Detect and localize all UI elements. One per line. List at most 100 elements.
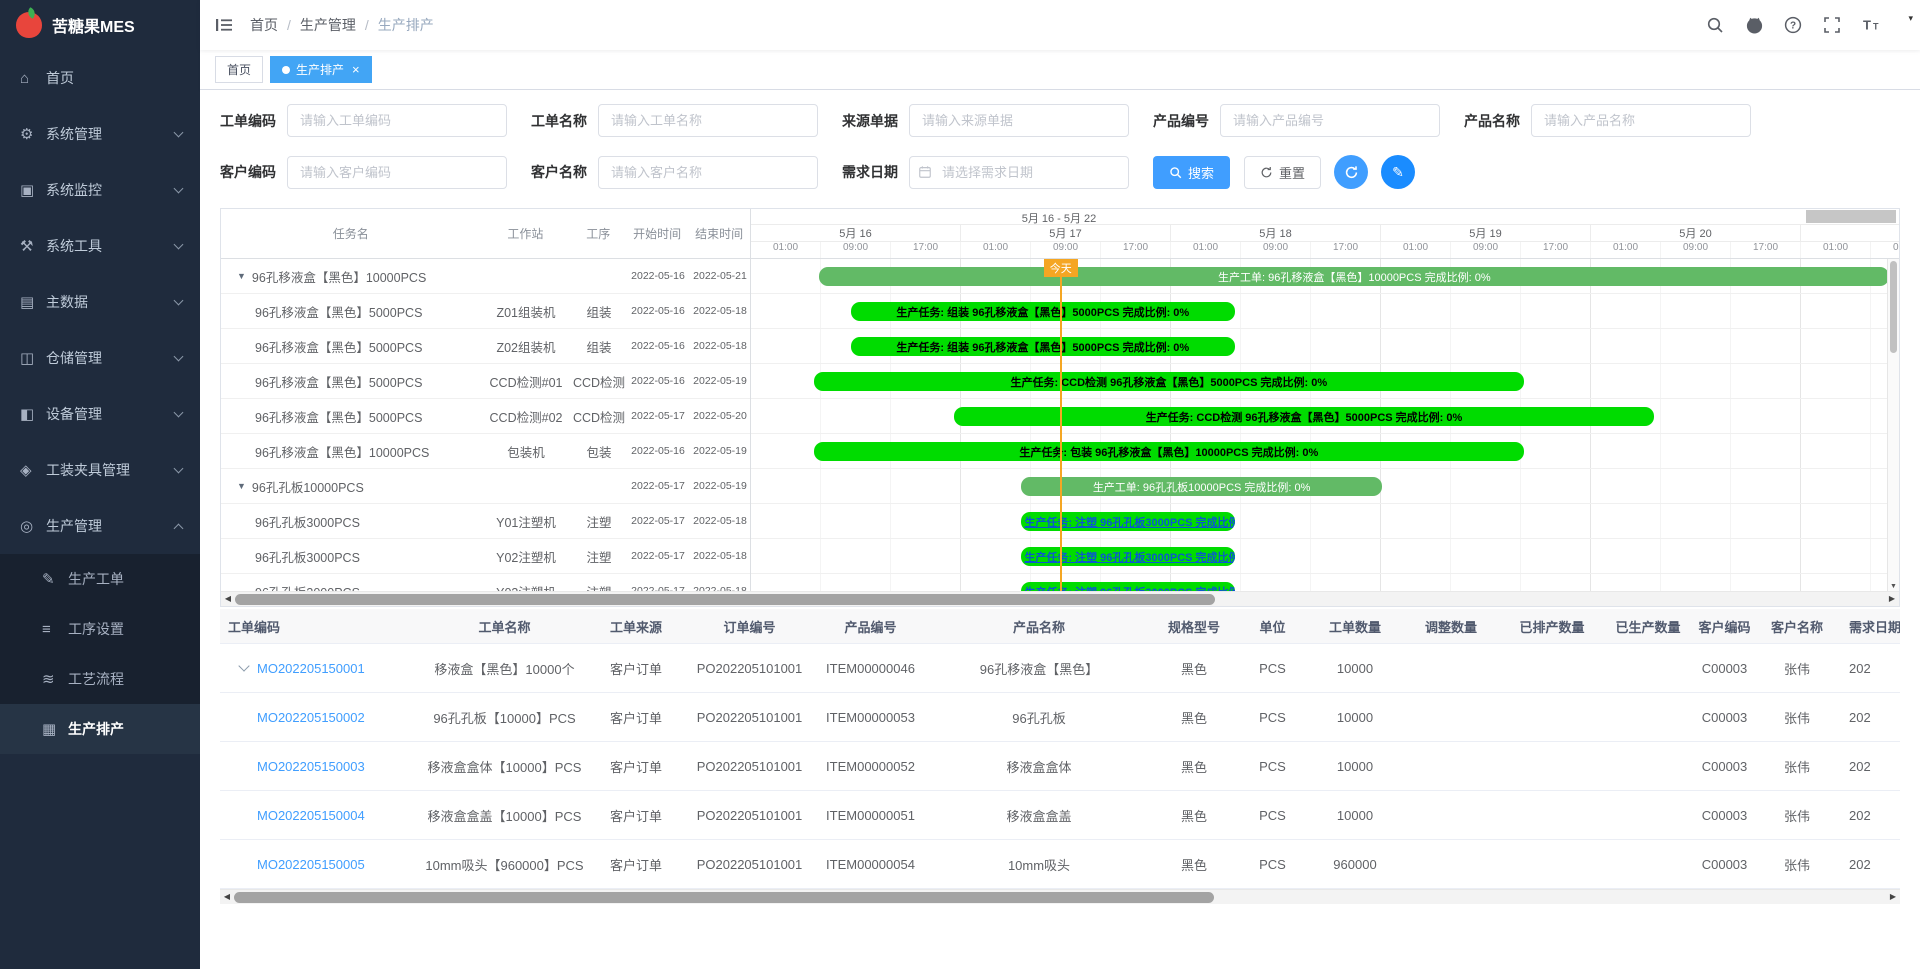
breadcrumb-item-1[interactable]: 生产管理 xyxy=(300,15,356,35)
gantt-vertical-scroll-thumb[interactable] xyxy=(1890,261,1897,353)
gantt-header-scroll-thumb[interactable] xyxy=(1806,210,1896,223)
table-row[interactable]: MO202205150003移液盒盒体【10000】PCS客户订单PO20220… xyxy=(220,742,1900,791)
workorder-code-input[interactable] xyxy=(287,104,507,137)
workorder-link[interactable]: MO202205150001 xyxy=(257,661,365,676)
gantt-vertical-scrollbar[interactable]: ▼ xyxy=(1887,259,1899,591)
product-name-input[interactable] xyxy=(1531,104,1751,137)
product-code-input[interactable] xyxy=(1220,104,1440,137)
table-cell-8: 10000 xyxy=(1308,661,1402,676)
scroll-right-arrow-icon[interactable]: ▶ xyxy=(1885,594,1899,603)
chevron-down-icon xyxy=(174,464,184,474)
workorder-link[interactable]: MO202205150004 xyxy=(257,808,365,823)
collapse-caret-icon[interactable]: ▼ xyxy=(237,271,246,281)
gantt-task-row[interactable]: 96孔移液盒【黑色】5000PCSCCD检测#01CCD检测2022-05-16… xyxy=(221,364,750,399)
gantt-task-row[interactable]: 96孔孔板3000PCSY01注塑机注塑2022-05-172022-05-18 xyxy=(221,504,750,539)
gantt-task-row[interactable]: 96孔移液盒【黑色】5000PCSCCD检测#02CCD检测2022-05-17… xyxy=(221,399,750,434)
sidebar-item-production[interactable]: ◎生产管理 xyxy=(0,498,200,554)
gantt-bar-row: 生产任务: 包装 96孔移液盒【黑色】10000PCS 完成比例: 0% xyxy=(751,434,1887,469)
gantt-horizontal-scrollbar[interactable]: ◀ ▶ xyxy=(221,591,1899,606)
reset-button[interactable]: 重置 xyxy=(1244,156,1321,189)
table-column-header-13: 客户名称 xyxy=(1757,617,1837,636)
gantt-task-row[interactable]: ▼96孔移液盒【黑色】10000PCS2022-05-162022-05-21 xyxy=(221,259,750,294)
filter-panel: 工单编码工单名称来源单据产品编号产品名称 客户编码客户名称需求日期 搜索 重置 … xyxy=(220,104,1900,189)
sidebar-item-home[interactable]: ⌂首页 xyxy=(0,50,200,106)
sidebar-item-work-order[interactable]: ✎生产工单 xyxy=(0,554,200,604)
gantt-task-bar[interactable]: 生产任务: 注塑 96孔孔板3000PCS 完成比例: 0% xyxy=(1021,512,1235,531)
table-row[interactable]: MO20220515000510mm吸头【960000】PCS客户订单PO202… xyxy=(220,840,1900,889)
scroll-down-arrow-icon[interactable]: ▼ xyxy=(1888,583,1899,590)
table-cell-2: 客户订单 xyxy=(587,708,685,727)
scroll-right-arrow-icon[interactable]: ▶ xyxy=(1886,892,1900,901)
table-horizontal-scrollbar[interactable]: ◀ ▶ xyxy=(220,889,1900,904)
gantt-horizontal-scroll-thumb[interactable] xyxy=(235,594,1215,605)
table-cell-12: C00003 xyxy=(1692,857,1757,872)
gantt-task-row[interactable]: ▼96孔孔板10000PCS2022-05-172022-05-19 xyxy=(221,469,750,504)
gantt-task-row[interactable]: 96孔移液盒【黑色】10000PCS包装机包装2022-05-162022-05… xyxy=(221,434,750,469)
gantt-hour-header: 17:00 xyxy=(1521,242,1591,258)
breadcrumb-item-0[interactable]: 首页 xyxy=(250,15,278,35)
gantt-task-row[interactable]: 96孔移液盒【黑色】5000PCSZ02组装机组装2022-05-162022-… xyxy=(221,329,750,364)
source-doc-input[interactable] xyxy=(909,104,1129,137)
gantt-order-bar[interactable]: 生产工单: 96孔移液盒【黑色】10000PCS 完成比例: 0% xyxy=(819,267,1887,286)
gantt-task-row[interactable]: 96孔移液盒【黑色】5000PCSZ01组装机组装2022-05-162022-… xyxy=(221,294,750,329)
gantt-task-bar[interactable]: 生产任务: 组装 96孔移液盒【黑色】5000PCS 完成比例: 0% xyxy=(851,337,1235,356)
filter-row-1: 工单编码工单名称来源单据产品编号产品名称 xyxy=(220,104,1900,137)
sidebar-item-system-tools[interactable]: ⚒系统工具 xyxy=(0,218,200,274)
sidebar-item-system-admin[interactable]: ⚙系统管理 xyxy=(0,106,200,162)
sidebar-item-fixture[interactable]: ◈工装夹具管理 xyxy=(0,442,200,498)
gantt-hour-header: 09:00 xyxy=(821,242,891,258)
github-icon[interactable] xyxy=(1744,15,1764,35)
gantt-bar-label: 生产任务: 包装 96孔移液盒【黑色】10000PCS 完成比例: 0% xyxy=(1019,444,1318,460)
workorder-link[interactable]: MO202205150002 xyxy=(257,710,365,725)
question-icon[interactable]: ? xyxy=(1783,15,1803,35)
workorder-link[interactable]: MO202205150005 xyxy=(257,857,365,872)
table-cell-2: 客户订单 xyxy=(587,855,685,874)
gantt-task-bar[interactable]: 生产任务: 注塑 96孔孔板3000PCS 完成比例: 0% xyxy=(1021,582,1235,591)
gantt-task-bar[interactable]: 生产任务: 注塑 96孔孔板3000PCS 完成比例: 0% xyxy=(1021,547,1235,566)
scroll-left-arrow-icon[interactable]: ◀ xyxy=(221,594,235,603)
tab-scheduling[interactable]: 生产排产× xyxy=(270,56,372,83)
tab-home[interactable]: 首页 xyxy=(215,56,263,83)
workorder-name-input[interactable] xyxy=(598,104,818,137)
sidebar-item-equipment[interactable]: ◧设备管理 xyxy=(0,386,200,442)
sidebar-item-system-monitor[interactable]: ▣系统监控 xyxy=(0,162,200,218)
sidebar-item-master-data[interactable]: ▤主数据 xyxy=(0,274,200,330)
demand-date-input[interactable] xyxy=(909,156,1129,189)
collapse-caret-icon[interactable]: ▼ xyxy=(237,481,246,491)
refresh-button[interactable] xyxy=(1334,155,1368,189)
table-row[interactable]: MO202205150001移液盒【黑色】10000个客户订单PO2022051… xyxy=(220,644,1900,693)
gantt-task-row[interactable]: 96孔孔板3000PCSY02注塑机注塑2022-05-172022-05-18 xyxy=(221,539,750,574)
tab-close-icon[interactable]: × xyxy=(352,63,360,76)
gantt-order-bar[interactable]: 生产工单: 96孔孔板10000PCS 完成比例: 0% xyxy=(1021,477,1382,496)
fullscreen-icon[interactable] xyxy=(1822,15,1842,35)
sidebar-item-process-flow[interactable]: ≋工艺流程 xyxy=(0,654,200,704)
table-cell-4: ITEM00000051 xyxy=(814,808,927,823)
font-size-icon[interactable]: TT xyxy=(1861,15,1881,35)
sidebar-item-scheduling[interactable]: ▦生产排产 xyxy=(0,704,200,754)
gantt-task-bar[interactable]: 生产任务: 包装 96孔移液盒【黑色】10000PCS 完成比例: 0% xyxy=(814,442,1524,461)
app-title: 苦糖果MES xyxy=(52,13,135,37)
filter-field-customer-name: 客户名称 xyxy=(531,156,818,189)
svg-text:?: ? xyxy=(1790,21,1796,32)
customer-code-input[interactable] xyxy=(287,156,507,189)
gantt-task-row[interactable]: 96孔孔板3000PCSY03注塑机注塑2022-05-172022-05-18 xyxy=(221,574,750,591)
table-row[interactable]: MO202205150004移液盒盒盖【10000】PCS客户订单PO20220… xyxy=(220,791,1900,840)
sidebar-fold-icon[interactable] xyxy=(200,0,248,50)
table-horizontal-scroll-thumb[interactable] xyxy=(234,892,1214,903)
scroll-left-arrow-icon[interactable]: ◀ xyxy=(220,892,234,901)
sidebar-item-warehouse[interactable]: ◫仓储管理 xyxy=(0,330,200,386)
gantt-task-bar[interactable]: 生产任务: CCD检测 96孔移液盒【黑色】5000PCS 完成比例: 0% xyxy=(814,372,1524,391)
search-icon[interactable] xyxy=(1705,15,1725,35)
sidebar-item-label: 首页 xyxy=(46,68,182,88)
sidebar-item-process-settings[interactable]: ≡工序设置 xyxy=(0,604,200,654)
workorder-link[interactable]: MO202205150003 xyxy=(257,759,365,774)
customer-name-input[interactable] xyxy=(598,156,818,189)
gantt-bar-label: 生产工单: 96孔孔板10000PCS 完成比例: 0% xyxy=(1093,479,1311,495)
gantt-task-bar[interactable]: 生产任务: 组装 96孔移液盒【黑色】5000PCS 完成比例: 0% xyxy=(851,302,1235,321)
search-button[interactable]: 搜索 xyxy=(1153,156,1230,189)
workorder-table: 工单编码工单名称工单来源订单编号产品编号产品名称规格型号单位工单数量调整数量已排… xyxy=(220,609,1900,904)
table-cell-4: ITEM00000053 xyxy=(814,710,927,725)
table-row[interactable]: MO20220515000296孔孔板【10000】PCS客户订单PO20220… xyxy=(220,693,1900,742)
expand-caret-icon[interactable] xyxy=(238,661,249,672)
edit-button[interactable]: ✎ xyxy=(1381,155,1415,189)
